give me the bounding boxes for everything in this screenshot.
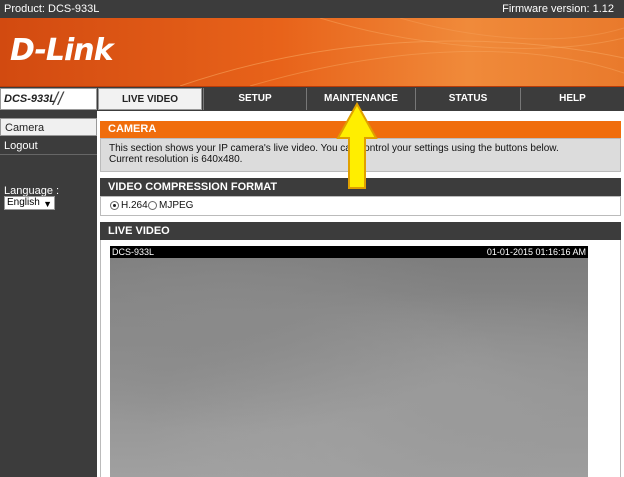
tab-status[interactable]: STATUS: [415, 88, 520, 110]
brand-banner: D-Link: [0, 18, 624, 88]
arrow-up-icon: [336, 102, 378, 189]
slash-decoration: //: [53, 89, 64, 109]
language-value: English: [7, 197, 40, 208]
mjpeg-label[interactable]: MJPEG: [159, 200, 193, 211]
sidebar-item-camera[interactable]: Camera: [0, 118, 97, 136]
model-label: DCS-933L: [4, 93, 56, 105]
chevron-down-icon: ▼: [43, 199, 52, 209]
firmware-label: Firmware version: 1.12: [502, 3, 614, 15]
tab-setup[interactable]: SETUP: [203, 88, 306, 110]
sidebar-item-logout[interactable]: Logout: [0, 137, 97, 155]
sidebar: [0, 111, 97, 477]
product-label: Product: DCS-933L: [4, 3, 100, 15]
tab-live-video[interactable]: LIVE VIDEO: [98, 88, 202, 110]
mjpeg-radio[interactable]: [148, 201, 157, 210]
top-info-bar: Product: DCS-933L Firmware version: 1.12: [0, 0, 624, 18]
video-camera-name: DCS-933L: [112, 247, 155, 257]
live-video-feed[interactable]: [110, 258, 588, 477]
h264-label[interactable]: H.264: [121, 200, 148, 211]
video-overlay-bar: DCS-933L 01-01-2015 01:16:16 AM: [110, 246, 588, 258]
live-video-section-title: LIVE VIDEO: [100, 222, 621, 240]
language-select[interactable]: English ▼: [4, 196, 55, 210]
model-badge: DCS-933L //: [0, 88, 97, 110]
compression-options: H.264 MJPEG: [100, 196, 621, 216]
video-timestamp: 01-01-2015 01:16:16 AM: [486, 247, 586, 257]
dlink-logo: D-Link: [10, 33, 114, 68]
tab-help[interactable]: HELP: [520, 88, 624, 110]
h264-radio[interactable]: [110, 201, 119, 210]
